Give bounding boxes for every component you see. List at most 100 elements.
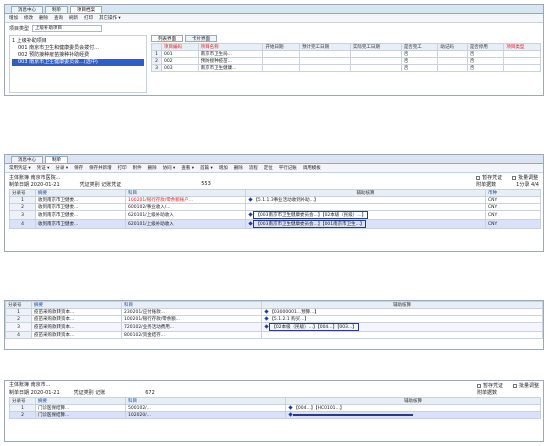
cell-aux[interactable]: 【02本级（民级）...】【004...】【003...】: [261, 322, 543, 332]
cell-completed[interactable]: 否: [400, 64, 439, 72]
tab-card-view[interactable]: 卡片界面: [185, 35, 217, 42]
table-row[interactable]: 2 疫苗采购款转资本... 100201/银行存款/零余额... 【5.1.2.…: [5, 315, 543, 323]
cell-empty[interactable]: [349, 64, 402, 72]
common-voucher-menu[interactable]: 常用凭证 ▾: [9, 165, 31, 171]
project-type-select[interactable]: 上级补助项目: [32, 25, 103, 32]
cell-empty[interactable]: [262, 57, 301, 65]
tree-item-002[interactable]: 002 预防接种疫苗接种补助经费: [12, 52, 144, 59]
date-field[interactable]: 制单日期 2020-01-21: [9, 181, 60, 188]
cell-aux[interactable]: [245, 203, 486, 211]
cell-summary[interactable]: 收到南京市卫健委...: [35, 203, 126, 211]
tab-message-center[interactable]: 消息中心: [11, 156, 43, 163]
table-row[interactable]: 3 003 南京市卫生健康... 否 否: [151, 64, 541, 72]
cell-code[interactable]: 003: [161, 64, 199, 72]
cell-completed[interactable]: 否: [400, 57, 439, 65]
query-button[interactable]: 查询: [54, 15, 63, 21]
cell-name[interactable]: 南京市卫生局...: [197, 50, 264, 58]
edit-button[interactable]: 修改: [24, 15, 33, 21]
cell-aux[interactable]: 【5.1.1.3事业活动收到补助...】: [245, 196, 486, 204]
cell-summary[interactable]: 疫苗采购款转资本...: [31, 322, 122, 332]
add-button[interactable]: 增加: [9, 15, 18, 21]
cell-subject[interactable]: 500102/...: [125, 404, 286, 412]
cell-subject[interactable]: 102020/...: [125, 411, 286, 419]
draft-checkbox[interactable]: [476, 383, 481, 388]
cell-currency[interactable]: CNY: [485, 203, 541, 211]
cell-summary[interactable]: 疫苗采购款转资本...: [31, 331, 122, 339]
cell-aux[interactable]: 【5.1.2.1 购买...】: [261, 315, 543, 323]
template-button[interactable]: 调用模板: [303, 165, 321, 171]
tab-list-view[interactable]: 列表界面: [151, 35, 183, 42]
voucher-menu[interactable]: 凭证 ▾: [37, 165, 50, 171]
parallel-booking-button[interactable]: 平行记账: [279, 165, 297, 171]
cell-aux[interactable]: [285, 411, 541, 419]
cell-summary[interactable]: 门诊医保结算...: [35, 411, 126, 419]
table-row[interactable]: 1 001 南京市卫生局... 否 否: [151, 50, 541, 58]
cell-name[interactable]: 南京市卫生健康...: [197, 64, 264, 72]
cell-subject[interactable]: 620101/上级补助收入: [125, 219, 246, 229]
cell-disabled[interactable]: 否: [466, 57, 505, 65]
cell-currency[interactable]: CNY: [485, 210, 541, 220]
table-row[interactable]: 4 疫苗采购款转资本... 800102/资金结存...: [5, 331, 543, 339]
table-row[interactable]: 2 002 预防接种疫苗... 否 否: [151, 57, 541, 65]
cell-completed[interactable]: 否: [400, 50, 439, 58]
cell-aux[interactable]: 【003南京市卫生健康委员会...】【02本级（民级）...】: [245, 210, 486, 220]
cell-summary[interactable]: 收到南京市卫健委...: [35, 210, 126, 220]
cell-empty[interactable]: [437, 57, 468, 65]
collaborate-menu[interactable]: 协同 ▾: [163, 165, 176, 171]
delete-row-button[interactable]: 删除: [234, 165, 243, 171]
cell-empty[interactable]: [349, 50, 402, 58]
view-menu[interactable]: 查看 ▾: [181, 165, 194, 171]
table-row[interactable]: 2 门诊医保结算... 102020/...: [9, 411, 541, 419]
save-and-new-button[interactable]: 保存并新增: [89, 165, 112, 171]
table-row[interactable]: 1 疫苗采购款转资本... 230201/应付账款... 【03000001..…: [5, 308, 543, 316]
cell-empty[interactable]: [349, 57, 402, 65]
date-field[interactable]: 制单日期 2020-01-21: [9, 389, 60, 396]
tab-project-archive[interactable]: 项目档案: [70, 6, 102, 13]
cell-aux[interactable]: 【003南京市卫生健康委员会...】【001南京市卫生...】: [245, 219, 486, 229]
delete-button[interactable]: 删除: [39, 15, 48, 21]
cell-empty[interactable]: [262, 64, 301, 72]
cell-empty[interactable]: [299, 64, 351, 72]
cell-summary[interactable]: 疫苗采购款转资本...: [31, 308, 122, 316]
cell-disabled[interactable]: 否: [466, 64, 505, 72]
cell-empty[interactable]: [299, 57, 351, 65]
doc-type-field[interactable]: 凭证类别 记账凭证: [80, 181, 122, 188]
draft-checkbox[interactable]: [476, 175, 481, 180]
delete-button[interactable]: 删除: [148, 165, 157, 171]
cell-currency[interactable]: CNY: [485, 196, 541, 204]
tree-item-001[interactable]: 001 南京市卫生和健康委员会拨付...: [12, 45, 144, 52]
first-menu[interactable]: 首篇 ▾: [200, 165, 213, 171]
table-row[interactable]: 4 收到南京市卫健委... 620101/上级补助收入 【003南京市卫生健康委…: [9, 219, 541, 229]
cell-summary[interactable]: 收到南京市卫健委...: [35, 196, 126, 204]
tree-root[interactable]: 1 上级补助项目: [12, 38, 144, 45]
locate-button[interactable]: 定位: [264, 165, 273, 171]
cell-empty[interactable]: [503, 64, 541, 72]
cell-empty[interactable]: [437, 64, 468, 72]
batch-checkbox[interactable]: [512, 383, 517, 388]
batch-checkbox[interactable]: [512, 175, 517, 180]
cell-subject[interactable]: 600102/事业收入/...: [125, 203, 246, 211]
attachment-button[interactable]: 附件: [133, 165, 142, 171]
table-row[interactable]: 3 收到南京市卫健委... 620101/上级补助收入 【003南京市卫生健康委…: [9, 210, 541, 220]
cell-empty[interactable]: [437, 50, 468, 58]
cell-aux[interactable]: 【03000001...预算...】: [261, 308, 543, 316]
cell-subject[interactable]: 800102/资金结存...: [121, 331, 262, 339]
other-actions-menu[interactable]: 其它操作 ▾: [99, 15, 121, 21]
table-row[interactable]: 1 门诊医保结算... 500102/... 【004...】【HC0101..…: [9, 404, 541, 412]
tab-message-center[interactable]: 消息中心: [11, 6, 43, 13]
cell-code[interactable]: 002: [161, 57, 199, 65]
tree-item-003[interactable]: 003 南京市卫生健康委员会...(选中): [12, 59, 144, 66]
cell-name[interactable]: 预防接种疫苗...: [197, 57, 264, 65]
cell-summary[interactable]: 门诊医保结算...: [35, 404, 126, 412]
cell-subject[interactable]: 720102/业务活动费用...: [121, 322, 262, 332]
print-button[interactable]: 打印: [84, 15, 93, 21]
cell-subject[interactable]: 100201/银行存款/零余额...: [121, 315, 262, 323]
entry-menu[interactable]: 分录 ▾: [55, 165, 68, 171]
cell-empty[interactable]: [299, 50, 351, 58]
refresh-button[interactable]: 刷新: [69, 15, 78, 21]
cell-aux[interactable]: [261, 331, 543, 339]
tab-voucher[interactable]: 制单: [45, 6, 68, 13]
cell-aux[interactable]: 【004...】【HC0101...】: [285, 404, 541, 412]
cell-currency[interactable]: CNY: [485, 219, 541, 229]
print-button[interactable]: 打印: [118, 165, 127, 171]
